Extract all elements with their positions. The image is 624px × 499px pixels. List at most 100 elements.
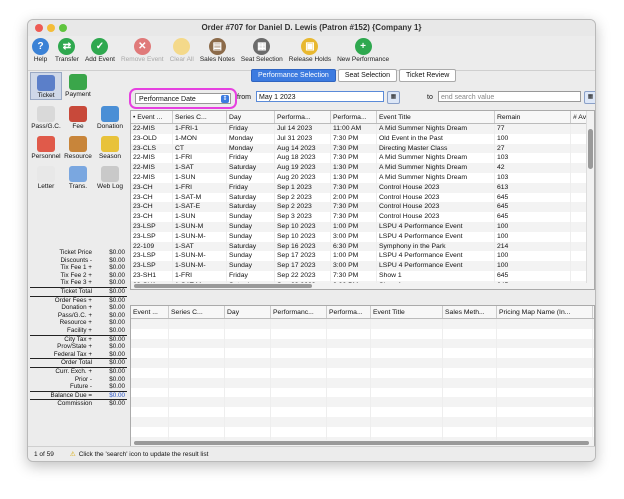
column-header[interactable]: Performa... <box>326 306 371 319</box>
release-holds-icon: ▣ <box>301 38 319 55</box>
column-header[interactable]: Performa... <box>274 111 331 124</box>
column-header[interactable]: Perf # <box>592 306 594 319</box>
sidebar-item-pass-g-c[interactable]: Pass/G.C. <box>30 104 62 130</box>
remove-event-button[interactable]: ✕ Remove Event <box>121 36 164 63</box>
upper-vertical-scrollbar[interactable] <box>586 111 594 289</box>
table-cell <box>442 426 497 437</box>
total-value: $0.00 <box>109 359 125 367</box>
sidebar-item-payment[interactable]: Payment <box>62 72 94 98</box>
transfer-button[interactable]: ⇄ Transfer <box>55 36 79 63</box>
column-header[interactable]: Event ... <box>131 306 169 319</box>
table-cell: CT <box>172 143 227 154</box>
search-field-select[interactable]: Performance Date ⇕ <box>135 93 231 104</box>
table-cell: 7:30 PM <box>330 133 377 144</box>
total-label: Commission <box>57 400 92 408</box>
table-row[interactable]: 23-CH 1-SAT-M Saturday Sep 2 2023 2:00 PM Con… <box>131 192 594 203</box>
fee-icon <box>69 106 87 122</box>
transfer-label: Transfer <box>55 56 79 63</box>
help-button[interactable]: ? Help <box>32 36 49 63</box>
table-cell: LSPU 4 Performance Event <box>376 251 495 262</box>
sidebar-item-label: Letter <box>37 183 55 190</box>
performance-list[interactable]: • Event ... Series C... Day Performa... Perf… <box>130 110 595 290</box>
column-header[interactable]: Series C... <box>168 306 225 319</box>
table-row[interactable]: 23-CLS CT Monday Aug 14 2023 7:30 PM Directin… <box>131 143 594 154</box>
table-row[interactable]: 23-CH 1-FRI Friday Sep 1 2023 7:30 PM Control… <box>131 182 594 193</box>
table-cell <box>131 426 169 437</box>
upper-horizontal-scrollbar[interactable] <box>131 283 587 289</box>
table-cell: Control House 2023 <box>376 212 495 222</box>
column-header[interactable]: Event Title <box>376 111 495 124</box>
upper-vertical-scroll-thumb[interactable] <box>588 129 593 169</box>
total-label: Balance Due = <box>50 391 92 399</box>
release-holds-button[interactable]: ▣ Release Holds <box>289 36 331 63</box>
table-row[interactable]: 23-SH1 1-FRI Friday Sep 22 2023 7:30 PM Show … <box>131 270 594 281</box>
table-row[interactable]: 23-LSP 1-SUN-M- Sunday Sep 10 2023 3:00 PM LS… <box>131 231 594 242</box>
tab-seat-selection[interactable]: Seat Selection <box>337 69 397 82</box>
table-row[interactable]: 22-109 1-SAT Saturday Sep 16 2023 6:30 PM Sym… <box>131 241 594 252</box>
table-cell: 1-FRI-1 <box>172 123 227 134</box>
sidebar-item-ticket[interactable]: Ticket <box>30 72 62 100</box>
add-event-button[interactable]: ✓ Add Event <box>85 36 115 63</box>
table-cell: Friday <box>226 153 275 164</box>
table-cell: 23-SH1 <box>131 270 173 281</box>
table-row[interactable]: 23-OLD 1-MON Monday Jul 31 2023 7:30 PM Old E… <box>131 133 594 144</box>
column-header[interactable]: Performa... <box>330 111 377 124</box>
table-cell <box>131 416 169 427</box>
table-row[interactable]: 23-CH 1-SAT-E Saturday Sep 2 2023 7:30 PM Con… <box>131 202 594 213</box>
table-cell <box>592 407 594 417</box>
total-value: $0.00 <box>109 256 125 264</box>
table-row[interactable]: 22-MIS 1-FRI-1 Friday Jul 14 2023 11:00 AM A … <box>131 123 594 134</box>
sidebar-item-personnel[interactable]: Personnel <box>30 134 62 160</box>
table-cell <box>326 338 371 349</box>
from-input[interactable]: May 1 2023 <box>256 91 384 102</box>
table-row[interactable]: 22-MIS 1-SUN Sunday Aug 20 2023 1:30 PM A Mid… <box>131 172 594 183</box>
table-cell <box>326 377 371 388</box>
sidebar-item-season[interactable]: Season <box>94 134 126 160</box>
table-cell <box>592 397 594 408</box>
tab-ticket-review[interactable]: Ticket Review <box>398 69 457 82</box>
seat-selection-button[interactable]: ▦ Seat Selection <box>241 36 283 63</box>
lower-horizontal-scroll-thumb[interactable] <box>134 441 589 445</box>
table-cell <box>224 318 271 329</box>
sidebar-item-donation[interactable]: Donation <box>94 104 126 130</box>
table-row[interactable]: 23-CH 1-SUN Sunday Sep 3 2023 7:30 PM Control… <box>131 212 594 222</box>
total-label: Ticket Price <box>59 249 92 256</box>
table-row[interactable]: 23-LSP 1-SUN-M- Sunday Sep 17 2023 3:00 PM LS… <box>131 261 594 271</box>
tab-performance-selection[interactable]: Performance Selection <box>251 69 336 82</box>
table-cell: 645 <box>494 212 571 222</box>
sidebar-item-fee[interactable]: Fee <box>62 104 94 130</box>
to-input[interactable]: end search value <box>438 91 581 102</box>
table-row[interactable]: 22-MIS 1-SAT Saturday Aug 19 2023 1:30 PM A M… <box>131 163 594 173</box>
table-cell <box>168 407 225 417</box>
to-label: to <box>427 94 433 101</box>
sales-notes-button[interactable]: ▤ Sales Notes <box>200 36 235 63</box>
table-cell <box>442 328 497 339</box>
table-cell: 214 <box>494 241 571 252</box>
record-count: 1 of 59 <box>34 450 54 458</box>
calendar-icon[interactable]: ▦ <box>387 91 400 104</box>
table-row[interactable]: 23-LSP 1-SUN-M Sunday Sep 10 2023 1:00 PM LSP… <box>131 221 594 232</box>
column-header[interactable]: Series C... <box>172 111 227 124</box>
upper-horizontal-scroll-thumb[interactable] <box>134 284 312 288</box>
column-header[interactable]: Sales Meth... <box>442 306 497 319</box>
table-row[interactable]: 22-MIS 1-FRI Friday Aug 18 2023 7:30 PM A Mid… <box>131 153 594 164</box>
sidebar-item-resource[interactable]: Resource <box>62 134 94 160</box>
sidebar-item-trans[interactable]: Trans. <box>62 164 94 190</box>
selected-events-list[interactable]: Event ... Series C... Day Performanc... Perf… <box>130 305 595 447</box>
new-performance-button[interactable]: + New Performance <box>337 36 389 63</box>
clear-all-button[interactable]: Clear All <box>170 36 194 63</box>
sidebar-item-web-log[interactable]: Web Log <box>94 164 126 190</box>
column-header[interactable]: Performanc... <box>270 306 327 319</box>
new-performance-label: New Performance <box>337 56 390 63</box>
table-cell: 1-SUN <box>172 212 227 222</box>
sidebar-item-letter[interactable]: Letter <box>30 164 62 190</box>
column-header[interactable]: Remain <box>494 111 571 124</box>
table-cell <box>592 377 594 388</box>
table-row[interactable]: 23-LSP 1-SUN-M- Sunday Sep 17 2023 1:00 PM LS… <box>131 251 594 262</box>
column-header[interactable]: • Event ... <box>131 111 173 124</box>
column-header[interactable]: Event Title <box>370 306 443 319</box>
column-header[interactable]: Pricing Map Name (In... <box>496 306 593 319</box>
column-header[interactable]: Day <box>224 306 271 319</box>
calendar-icon[interactable]: ▦ <box>584 91 595 104</box>
column-header[interactable]: Day <box>226 111 275 124</box>
